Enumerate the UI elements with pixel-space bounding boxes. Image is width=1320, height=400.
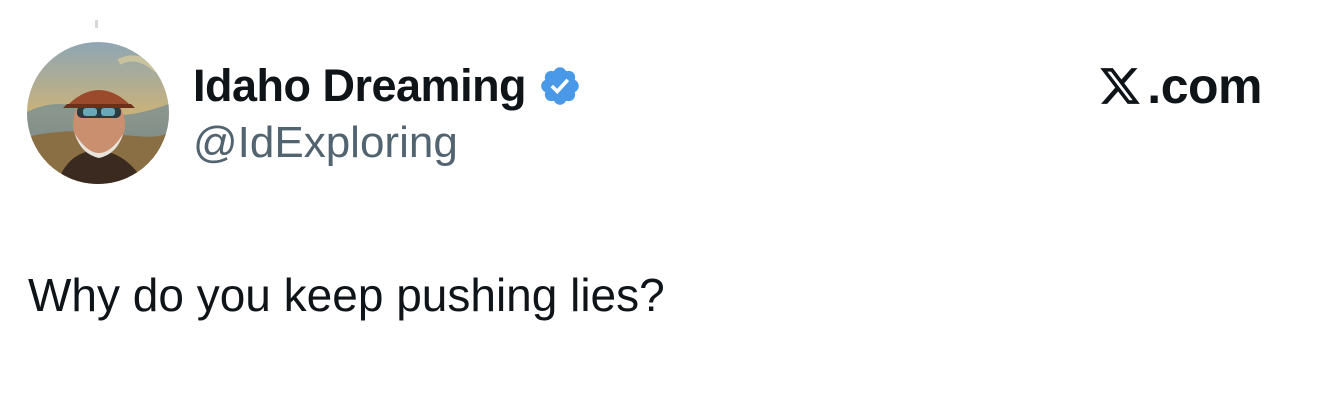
tweet-card: Idaho Dreaming @IdExploring .com Why do … [0, 0, 1320, 400]
avatar-image [27, 42, 169, 184]
x-logo-icon [1097, 64, 1143, 108]
decorative-mark [95, 20, 98, 28]
avatar[interactable] [27, 42, 169, 184]
brand-label: .com [1147, 58, 1262, 114]
display-name[interactable]: Idaho Dreaming [193, 60, 527, 112]
verified-badge-icon [538, 64, 582, 108]
brand-logo[interactable]: .com [1097, 56, 1262, 116]
author-handle[interactable]: @IdExploring [193, 118, 458, 168]
author-name-row: Idaho Dreaming [193, 58, 582, 114]
tweet-body: Why do you keep pushing lies? [28, 269, 665, 321]
